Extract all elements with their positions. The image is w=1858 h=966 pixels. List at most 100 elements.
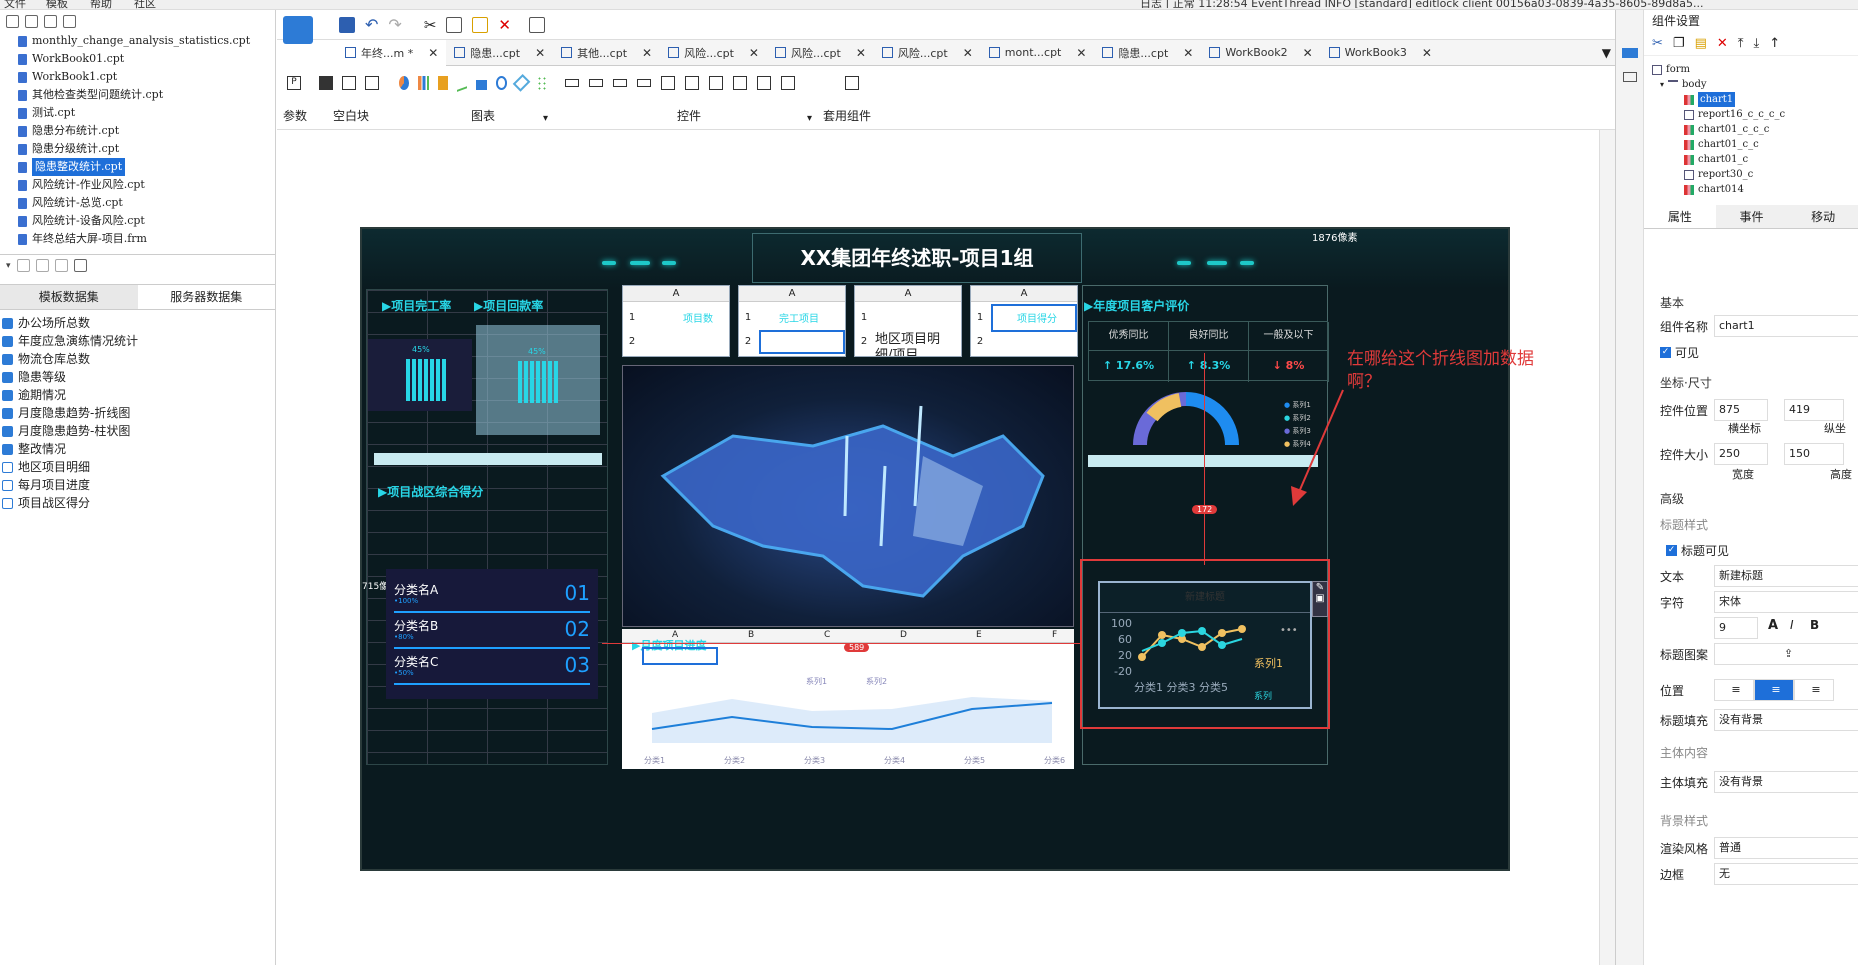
- bold-icon[interactable]: B: [1810, 618, 1819, 632]
- menu-help[interactable]: 帮助: [90, 0, 112, 9]
- paste-icon[interactable]: [472, 16, 489, 33]
- file-item[interactable]: monthly_change_analysis_statistics.cpt: [18, 32, 275, 50]
- dataset-item[interactable]: 地区项目明细: [2, 458, 275, 476]
- font-select[interactable]: 宋体: [1714, 591, 1858, 613]
- visible-checkbox[interactable]: ✓: [1660, 347, 1671, 358]
- editor-tab[interactable]: mont...cpt ✕: [981, 40, 1095, 66]
- file-item[interactable]: 年终总结大屏-项目.frm: [18, 230, 275, 248]
- close-icon[interactable]: ✕: [963, 46, 973, 60]
- italic-icon[interactable]: I: [1790, 618, 1794, 632]
- align-right-icon[interactable]: ≡: [1794, 679, 1834, 701]
- column-chart-icon[interactable]: [437, 76, 449, 90]
- tab-template-data[interactable]: 模板数据集: [0, 285, 138, 309]
- dataset-item[interactable]: 隐患等级: [2, 368, 275, 386]
- dashboard-canvas[interactable]: XX集团年终述职-项目1组 1876像素 ▶项目完工率 ▶项目回款率 45% 4…: [360, 227, 1510, 871]
- list-ctrl-icon[interactable]: [661, 76, 675, 90]
- paste-icon[interactable]: ▤: [1695, 36, 1707, 51]
- return-card-selected[interactable]: 45%: [476, 325, 600, 435]
- undo-icon[interactable]: ↶: [365, 15, 378, 34]
- copy-icon[interactable]: ❐: [1673, 36, 1685, 51]
- vertical-scrollbar[interactable]: [1599, 130, 1615, 965]
- file-item[interactable]: 测试.cpt: [18, 104, 275, 122]
- name-input[interactable]: chart1: [1714, 315, 1858, 337]
- tree-node[interactable]: chart01_c_c_c: [1684, 122, 1858, 137]
- tree-node[interactable]: chart1: [1684, 92, 1858, 107]
- mini-table-projects[interactable]: A 1 2 项目数: [622, 285, 730, 357]
- scatter-chart-icon[interactable]: [536, 76, 547, 90]
- mini-table-region[interactable]: A 1 2 地区项目明细/项目: [854, 285, 962, 357]
- file-item[interactable]: 风险统计-作业风险.cpt: [18, 176, 275, 194]
- file-item[interactable]: 其他检查类型问题统计.cpt: [18, 86, 275, 104]
- tree-node[interactable]: chart014: [1684, 182, 1858, 197]
- bar-chart-icon[interactable]: [418, 76, 429, 90]
- preview-icon[interactable]: [54, 259, 68, 272]
- height-input[interactable]: 150: [1784, 443, 1844, 465]
- search-ctrl-icon[interactable]: [781, 76, 795, 90]
- close-icon[interactable]: ✕: [1076, 46, 1086, 60]
- tab-menu-icon[interactable]: ▼: [1602, 46, 1611, 60]
- close-icon[interactable]: ✕: [1422, 46, 1432, 60]
- pie-chart-icon[interactable]: [399, 76, 410, 90]
- chart1-title[interactable]: 新建标题: [1100, 583, 1310, 613]
- copy-icon[interactable]: [446, 16, 463, 33]
- editor-tab[interactable]: 风险...cpt ✕: [767, 40, 874, 66]
- combobox-ctrl-icon[interactable]: [637, 79, 651, 87]
- chart1-widget[interactable]: 新建标题 100 60 20 -20 分类1 分类3 分类5 系列1 系列 •••: [1098, 581, 1312, 709]
- dataset-add-icon[interactable]: [73, 259, 87, 272]
- china-map-image[interactable]: [622, 365, 1074, 627]
- menu-community[interactable]: 社区: [134, 0, 156, 9]
- edit-icon[interactable]: [16, 259, 30, 272]
- close-icon[interactable]: ✕: [749, 46, 759, 60]
- align-left-icon[interactable]: ≡: [1714, 679, 1754, 701]
- title-text-input[interactable]: 新建标题: [1714, 565, 1858, 587]
- close-icon[interactable]: ✕: [642, 46, 652, 60]
- dataset-item[interactable]: 办公场所总数: [2, 314, 275, 332]
- file-item[interactable]: 隐患分布统计.cpt: [18, 122, 275, 140]
- editor-tab[interactable]: 隐患...cpt ✕: [1094, 40, 1201, 66]
- tree-form[interactable]: form: [1652, 62, 1858, 77]
- suite-icon[interactable]: [845, 76, 859, 90]
- title-fill-select[interactable]: 没有背景: [1714, 709, 1858, 731]
- layout-icon[interactable]: [1622, 72, 1637, 82]
- file-item[interactable]: 风险统计-设备风险.cpt: [18, 212, 275, 230]
- dataset-item[interactable]: 项目战区得分: [2, 494, 275, 512]
- component-settings-icon[interactable]: [1621, 48, 1638, 58]
- tree-node[interactable]: chart01_c: [1684, 152, 1858, 167]
- save-icon[interactable]: [339, 16, 355, 33]
- tab-properties[interactable]: 属性: [1644, 205, 1716, 228]
- chart-more-icon[interactable]: ▾: [543, 113, 548, 124]
- align-center-icon[interactable]: ≡: [1754, 679, 1794, 701]
- close-icon[interactable]: ✕: [535, 46, 545, 60]
- dataset-item[interactable]: 月度隐患趋势-柱状图: [2, 422, 275, 440]
- file-item[interactable]: 隐患整改统计.cpt: [18, 158, 275, 176]
- tab-mobile[interactable]: 移动: [1787, 205, 1858, 228]
- tree-node[interactable]: chart01_c_c: [1684, 137, 1858, 152]
- more-icon[interactable]: •••: [1280, 625, 1298, 636]
- dataset-item[interactable]: 每月项目进度: [2, 476, 275, 494]
- close-icon[interactable]: ✕: [1303, 46, 1313, 60]
- tab-layout-icon[interactable]: [342, 76, 356, 90]
- delete-x-icon[interactable]: ✕: [1717, 36, 1728, 51]
- param-icon[interactable]: P: [287, 76, 301, 90]
- dataset-item[interactable]: 整改情况: [2, 440, 275, 458]
- tree-node[interactable]: report30_c: [1684, 167, 1858, 182]
- move-top-icon[interactable]: ⤒: [1738, 36, 1744, 51]
- tree-body[interactable]: ▾ body: [1652, 77, 1858, 92]
- editor-tab[interactable]: 隐患...cpt ✕: [446, 40, 553, 66]
- font-color-icon[interactable]: A: [1768, 618, 1778, 633]
- body-fill-select[interactable]: 没有背景: [1714, 771, 1858, 793]
- area-chart-icon[interactable]: [476, 76, 487, 90]
- trash-icon[interactable]: [35, 259, 49, 272]
- tree-node[interactable]: report16_c_c_c_c: [1684, 107, 1858, 122]
- pos-x-input[interactable]: 875: [1714, 399, 1768, 421]
- monthly-progress-sheet[interactable]: ABCDEF ▶月度项目进度 系列1 系列2 分类1 分类2 分类3 分类4 分类5 分类…: [622, 629, 1074, 769]
- font-size-select[interactable]: 9: [1714, 617, 1758, 639]
- editor-tab[interactable]: WorkBook2 ✕: [1201, 40, 1320, 66]
- delete-x-icon[interactable]: ✕: [498, 16, 511, 34]
- checkbox-ctrl-icon[interactable]: [757, 76, 771, 90]
- menu-template[interactable]: 模板: [46, 0, 68, 9]
- editor-tab[interactable]: 年终...m * ✕: [337, 39, 447, 66]
- radio-ctrl-icon[interactable]: [733, 76, 747, 90]
- cut-icon[interactable]: ✂: [424, 16, 437, 34]
- editor-tab[interactable]: 其他...cpt ✕: [553, 40, 660, 66]
